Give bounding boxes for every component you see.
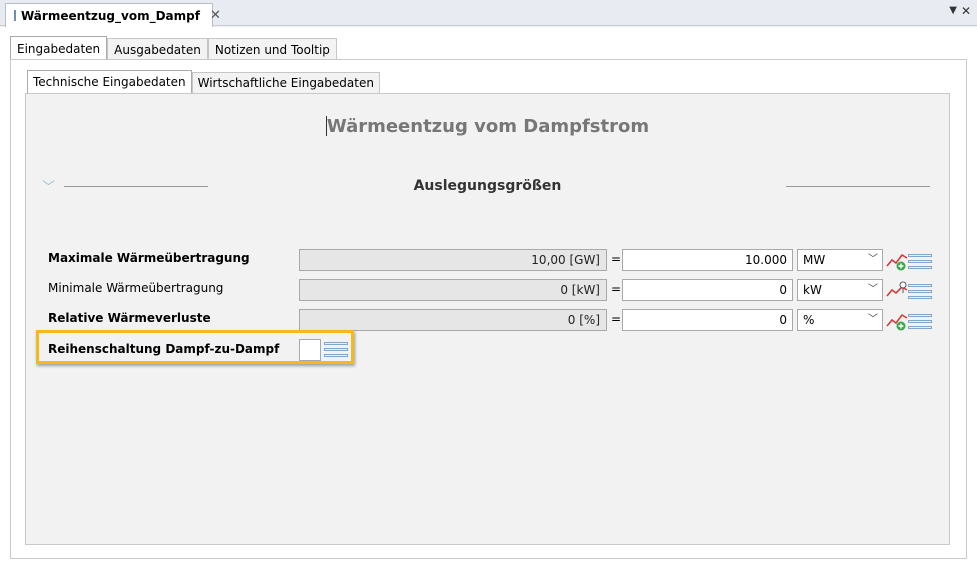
label-reihenschaltung-dampf-zu-dampf: Reihenschaltung Dampf-zu-Dampf [48, 342, 280, 356]
unit-selected-value: MW [803, 253, 826, 267]
tab-wirtschaftliche-eingabedaten[interactable]: Wirtschaftliche Eingabedaten [191, 72, 380, 93]
chevron-down-icon: ﹀ [868, 284, 878, 295]
equals-sign: = [611, 282, 622, 296]
window-icon [14, 10, 16, 21]
trend-pin-icon[interactable] [886, 281, 908, 301]
tab-notizen-und-tooltip[interactable]: Notizen und Tooltip [207, 38, 337, 60]
sub-tabs: Technische Eingabedaten Wirtschaftliche … [27, 70, 380, 94]
unit-select-minimale-waermeuebertragung[interactable]: kW ﹀ [797, 279, 883, 301]
document-tab[interactable]: Wärmeentzug_vom_Dampf ✕ [5, 3, 221, 27]
label-relative-waermeverluste: Relative Wärmeverluste [48, 311, 211, 325]
list-icon[interactable] [324, 341, 348, 359]
unit-selected-value: kW [803, 283, 822, 297]
list-icon[interactable] [908, 283, 932, 301]
document-title: Wärmeentzug_vom_Dampf [21, 8, 200, 23]
list-icon[interactable] [908, 313, 932, 331]
chevron-down-icon: ﹀ [868, 254, 878, 265]
unit-select-relative-waermeverluste[interactable]: % ﹀ [797, 309, 883, 331]
input-maximale-waermeuebertragung[interactable]: 10.000 [622, 249, 793, 271]
equals-sign: = [611, 312, 622, 326]
technical-input-panel: Wärmeentzug vom Dampfstrom ⌵ Auslegungsg… [25, 93, 950, 545]
document-tab-bar: Wärmeentzug_vom_Dampf ✕ ▼ ✕ [0, 0, 977, 27]
display-relative-waermeverluste: 0 [%] [299, 309, 607, 331]
view-menu-icon[interactable]: ▼ [949, 5, 957, 16]
page-title: Wärmeentzug vom Dampfstrom [326, 116, 650, 137]
chevron-down-icon: ﹀ [868, 314, 878, 325]
section-divider-right [786, 186, 930, 187]
trend-add-icon[interactable] [886, 311, 908, 331]
label-maximale-waermeuebertragung: Maximale Wärmeübertragung [48, 251, 250, 265]
unit-selected-value: % [803, 313, 815, 327]
input-relative-waermeverluste[interactable]: 0 [622, 309, 793, 331]
page-title-wrapper[interactable]: Wärmeentzug vom Dampfstrom [26, 116, 949, 137]
tab-eingabedaten[interactable]: Eingabedaten [10, 36, 108, 60]
input-data-panel: Technische Eingabedaten Wirtschaftliche … [10, 59, 967, 559]
trend-add-icon[interactable] [886, 251, 908, 271]
display-minimale-waermeuebertragung: 0 [kW] [299, 279, 607, 301]
input-minimale-waermeuebertragung[interactable]: 0 [622, 279, 793, 301]
tab-ausgabedaten[interactable]: Ausgabedaten [107, 38, 208, 60]
label-minimale-waermeuebertragung: Minimale Wärmeübertragung [48, 281, 224, 295]
view-close-icon[interactable]: ✕ [961, 4, 971, 18]
main-tabs: Eingabedaten Ausgabedaten Notizen und To… [10, 36, 337, 60]
close-tab-icon[interactable]: ✕ [210, 8, 221, 23]
checkbox-reihenschaltung[interactable] [299, 339, 321, 361]
list-icon[interactable] [908, 253, 932, 271]
editor-area: Eingabedaten Ausgabedaten Notizen und To… [0, 27, 977, 570]
equals-sign: = [611, 252, 622, 266]
tab-technische-eingabedaten[interactable]: Technische Eingabedaten [27, 70, 192, 93]
unit-select-maximale-waermeuebertragung[interactable]: MW ﹀ [797, 249, 883, 271]
display-maximale-waermeuebertragung: 10,00 [GW] [299, 249, 607, 271]
